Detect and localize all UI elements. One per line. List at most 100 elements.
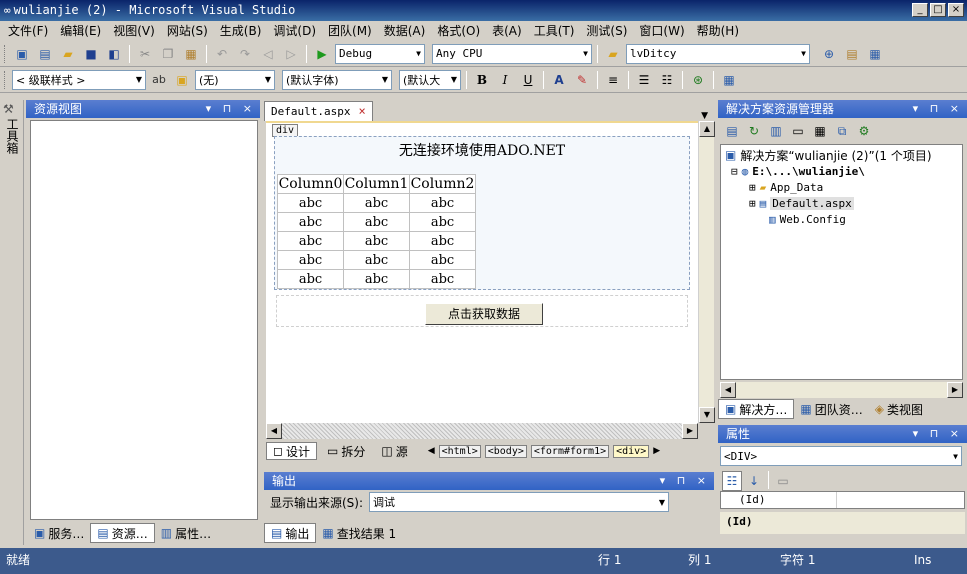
platform-select[interactable]: Any CPU ▼ bbox=[432, 43, 592, 64]
copy-icon[interactable]: ❐ bbox=[158, 44, 178, 64]
scroll-right-icon[interactable]: ▶ bbox=[682, 423, 698, 439]
menu-data[interactable]: 数据(A) bbox=[378, 21, 432, 41]
block-format-select[interactable]: < 级联样式 > ▼ bbox=[12, 69, 146, 90]
crumb-back-icon[interactable]: ◀ bbox=[428, 446, 435, 456]
panel-controls-icon[interactable]: ▾ ⊓ × bbox=[206, 100, 260, 118]
menu-file[interactable]: 文件(F) bbox=[2, 21, 54, 41]
navigate-back-icon[interactable]: ◁ bbox=[258, 44, 278, 64]
maximize-button[interactable]: □ bbox=[930, 3, 946, 17]
cut-icon[interactable]: ✂ bbox=[135, 44, 155, 64]
undo-icon[interactable]: ↶ bbox=[212, 44, 232, 64]
tab-find-results[interactable]: ▦ 查找结果 1 bbox=[316, 523, 402, 543]
crumb-body[interactable]: <body> bbox=[484, 444, 527, 458]
property-row[interactable]: (Id) bbox=[720, 491, 965, 509]
hyperlink-icon[interactable]: ⊛ bbox=[688, 70, 708, 90]
highlight-icon[interactable]: ✎ bbox=[572, 70, 592, 90]
toolbar-grip[interactable] bbox=[4, 44, 7, 63]
start-debugging-icon[interactable]: ▶ bbox=[312, 44, 332, 64]
tab-team-explorer[interactable]: ▦ 团队资… bbox=[794, 399, 868, 419]
data-grid[interactable]: Column0 Column1 Column2 abc abc abc abc abc… bbox=[277, 174, 476, 289]
view-code-icon[interactable]: ▭ bbox=[788, 121, 808, 141]
crumb-form[interactable]: <form#form1> bbox=[530, 444, 610, 458]
tab-resource-view[interactable]: ▤ 资源… bbox=[90, 523, 155, 543]
open-folder-icon[interactable]: ▰ bbox=[58, 44, 78, 64]
menu-website[interactable]: 网站(S) bbox=[161, 21, 214, 41]
bullet-list-icon[interactable]: ☷ bbox=[657, 70, 677, 90]
copy-website-icon[interactable]: ⧉ bbox=[832, 121, 852, 141]
nest-files-icon[interactable]: ▥ bbox=[766, 121, 786, 141]
toolbox-window-icon[interactable]: ▦ bbox=[865, 44, 885, 64]
refresh-icon[interactable]: ↻ bbox=[744, 121, 764, 141]
minimize-button[interactable]: _ bbox=[912, 3, 928, 17]
tree-web-config[interactable]: ▥ Web.Config bbox=[725, 211, 958, 227]
redo-icon[interactable]: ↷ bbox=[235, 44, 255, 64]
close-tab-icon[interactable]: × bbox=[358, 102, 365, 121]
menu-team[interactable]: 团队(M) bbox=[322, 21, 378, 41]
font-family-select[interactable]: (默认字体) ▼ bbox=[282, 69, 392, 90]
css-class-select[interactable]: (无) ▼ bbox=[195, 69, 275, 90]
editor-horizontal-scrollbar[interactable]: ◀ ▶ bbox=[266, 423, 698, 439]
menu-build[interactable]: 生成(B) bbox=[214, 21, 268, 41]
align-icon[interactable]: ≡ bbox=[603, 70, 623, 90]
underline-icon[interactable]: U bbox=[518, 70, 538, 90]
menu-tools[interactable]: 工具(T) bbox=[528, 21, 581, 41]
close-button[interactable]: × bbox=[948, 3, 964, 17]
find-combo[interactable]: lvDitcy ▼ bbox=[626, 43, 810, 64]
property-value[interactable] bbox=[837, 492, 964, 508]
categorized-icon[interactable]: ☷ bbox=[722, 471, 742, 491]
menu-test[interactable]: 测试(S) bbox=[580, 21, 633, 41]
numbered-list-icon[interactable]: ☰ bbox=[634, 70, 654, 90]
tree-default-aspx[interactable]: ⊞ ▤ Default.aspx bbox=[725, 195, 958, 211]
div-container[interactable]: 无连接环境使用ADO.NET Column0 Column1 Column2 a… bbox=[274, 136, 690, 290]
expand-icon[interactable]: ⊞ bbox=[749, 181, 756, 194]
table-icon[interactable]: ▦ bbox=[719, 70, 739, 90]
tab-split[interactable]: ▭ 拆分 bbox=[321, 442, 371, 460]
view-designer-icon[interactable]: ▦ bbox=[810, 121, 830, 141]
menu-help[interactable]: 帮助(H) bbox=[691, 21, 745, 41]
add-item-icon[interactable]: ▤ bbox=[35, 44, 55, 64]
config-icon[interactable]: ⚙ bbox=[854, 121, 874, 141]
menu-view[interactable]: 视图(V) bbox=[107, 21, 161, 41]
scroll-left-icon[interactable]: ◀ bbox=[266, 423, 282, 439]
scroll-down-icon[interactable]: ▼ bbox=[699, 407, 715, 423]
tab-class-view[interactable]: ◈ 类视图 bbox=[869, 399, 929, 419]
properties-window-icon[interactable]: ▤ bbox=[842, 44, 862, 64]
menu-edit[interactable]: 编辑(E) bbox=[54, 21, 107, 41]
tab-output[interactable]: ▤ 输出 bbox=[264, 523, 317, 543]
crumb-div[interactable]: <div> bbox=[613, 444, 650, 458]
scroll-right-icon[interactable]: ▶ bbox=[947, 382, 963, 398]
toolbox-tab[interactable]: 工具箱 bbox=[4, 118, 21, 154]
font-size-select[interactable]: (默认大 ▼ bbox=[399, 69, 461, 90]
fetch-data-button[interactable]: 点击获取数据 bbox=[425, 303, 543, 325]
expand-icon[interactable]: ⊞ bbox=[749, 197, 756, 210]
find-in-files-icon[interactable]: ▰ bbox=[603, 44, 623, 64]
alphabetical-icon[interactable]: ↓ bbox=[744, 471, 764, 491]
tree-project-node[interactable]: ⊟ ◍ E:\...\wulianjie\ bbox=[725, 163, 958, 179]
editor-vertical-scrollbar[interactable]: ▲ ▼ bbox=[698, 121, 715, 423]
tab-solution-explorer[interactable]: ▣ 解决方… bbox=[718, 399, 795, 419]
tab-properties[interactable]: ▥ 属性… bbox=[155, 523, 217, 543]
tree-solution-node[interactable]: ▣ 解决方案“wulianjie (2)”(1 个项目) bbox=[725, 147, 958, 163]
properties-icon[interactable]: ▤ bbox=[722, 121, 742, 141]
properties-object-select[interactable]: <DIV> ▼ bbox=[720, 446, 962, 466]
solution-config-select[interactable]: Debug ▼ bbox=[335, 43, 425, 64]
tree-app-data[interactable]: ⊞ ▰ App_Data bbox=[725, 179, 958, 195]
menu-debug[interactable]: 调试(D) bbox=[267, 21, 322, 41]
scroll-left-icon[interactable]: ◀ bbox=[720, 382, 736, 398]
apply-style-icon[interactable]: ab bbox=[149, 70, 169, 90]
collapse-icon[interactable]: ⊟ bbox=[731, 165, 738, 178]
save-all-icon[interactable]: ◧ bbox=[104, 44, 124, 64]
font-color-icon[interactable]: A bbox=[549, 70, 569, 90]
navigate-forward-icon[interactable]: ▷ bbox=[281, 44, 301, 64]
output-source-select[interactable]: 调试 ▼ bbox=[369, 492, 670, 512]
crumb-forward-icon[interactable]: ▶ bbox=[653, 446, 660, 456]
tab-source[interactable]: ◫ 源 bbox=[375, 442, 413, 460]
save-icon[interactable]: ■ bbox=[81, 44, 101, 64]
bold-icon[interactable]: B bbox=[472, 70, 492, 90]
new-project-icon[interactable]: ▣ bbox=[12, 44, 32, 64]
italic-icon[interactable]: I bbox=[495, 70, 515, 90]
solution-horizontal-scrollbar[interactable]: ◀ ▶ bbox=[720, 382, 963, 398]
find-icon[interactable]: ⊕ bbox=[819, 44, 839, 64]
toolbar-grip[interactable] bbox=[4, 70, 7, 89]
tab-default-aspx[interactable]: Default.aspx × bbox=[264, 101, 373, 121]
